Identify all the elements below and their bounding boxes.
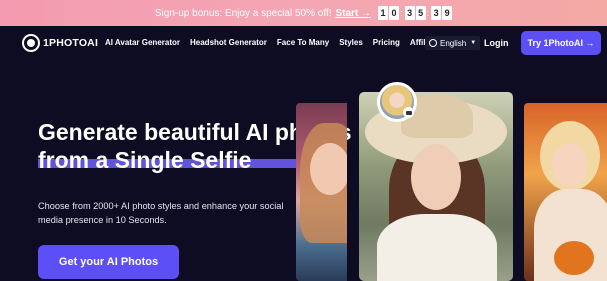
nav-link-headshot-generator[interactable]: Headshot Generator [190,38,267,47]
sample-photo-right [524,103,607,281]
nav-link-pricing[interactable]: Pricing [373,38,400,47]
promo-banner: Sign-up bonus: Enjoy a special 50% off! … [0,0,607,26]
main-nav: AI Avatar Generator Headshot Generator F… [105,38,454,47]
language-selector[interactable]: English ▼ [425,36,481,50]
countdown-digit: 5 [415,6,426,20]
sample-photo-main [359,92,513,281]
hero-title-line2: from a Single Selfie [38,147,252,173]
chevron-down-icon: ▼ [470,40,477,46]
countdown-digit: 3 [431,6,442,20]
language-label: English [440,38,467,48]
camera-icon [403,107,414,118]
countdown-digit: 9 [442,6,453,20]
countdown-digit: 0 [389,6,400,20]
login-link[interactable]: Login [484,38,509,48]
get-ai-photos-button[interactable]: Get your AI Photos [38,245,179,279]
globe-icon [429,39,437,47]
site-logo[interactable]: 1PHOTOAI [22,34,98,52]
try-1photoai-button[interactable]: Try 1PhotoAI → [521,31,601,55]
logo-icon [22,34,40,52]
nav-link-face-to-many[interactable]: Face To Many [277,38,329,47]
nav-link-styles[interactable]: Styles [339,38,363,47]
promo-text: Sign-up bonus: Enjoy a special 50% off! [154,7,332,19]
hero-subtitle: Choose from 2000+ AI photo styles and en… [38,201,284,225]
nav-link-ai-avatar-generator[interactable]: AI Avatar Generator [105,38,180,47]
countdown-digit: 1 [378,6,389,20]
logo-text: 1PHOTOAI [43,37,99,49]
countdown-timer: 10:35:39 [377,6,453,20]
sample-photo-left [296,103,347,281]
countdown-digit: 3 [404,6,415,20]
promo-start-link[interactable]: Start → [336,8,372,19]
